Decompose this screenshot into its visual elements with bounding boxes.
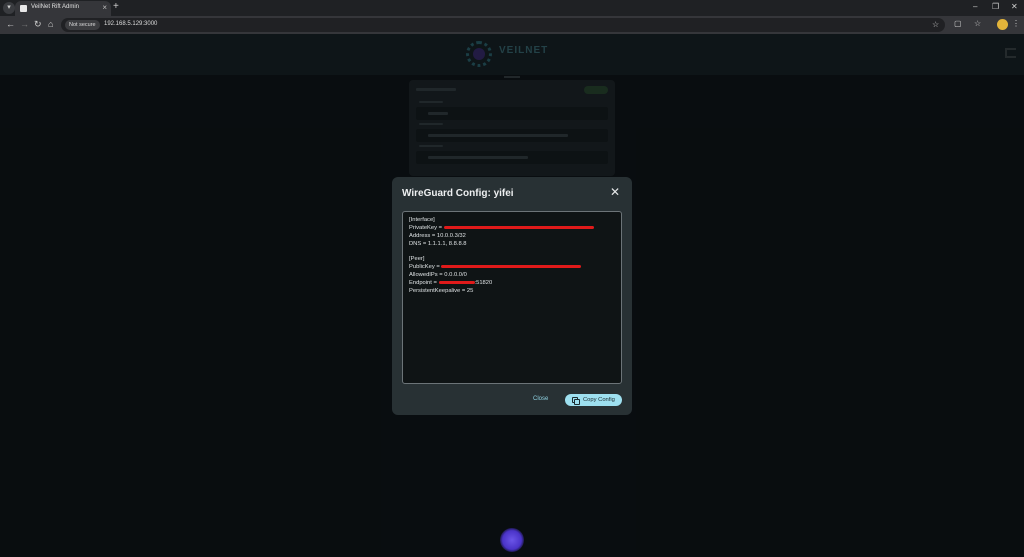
browser-tab-bar: ▾ VeilNet Rift Admin × + – ❐ ✕ [0,0,1024,16]
public-key-redaction [441,265,582,269]
reload-icon[interactable]: ↻ [34,19,42,30]
close-button[interactable]: Close [533,396,548,402]
restore-icon[interactable]: ❐ [992,2,999,11]
address-bar[interactable]: Not secure 192.168.5.129:3000 ☆ [61,18,945,32]
copy-config-button[interactable]: Copy Config [565,394,622,406]
loading-spinner-icon [500,528,524,552]
public-key-label: PublicKey = [409,264,442,271]
config-text-area[interactable]: [Interface] PrivateKey = Address = 10.0.… [402,211,622,384]
tab-title: VeilNet Rift Admin [31,4,80,10]
dialog-close-icon[interactable]: ✕ [608,185,622,199]
minimize-icon[interactable]: – [973,2,977,11]
private-key-redaction [443,225,594,229]
favorites-icon[interactable]: ☆ [974,19,981,28]
copy-icon [572,397,580,405]
config-public-key-line: PublicKey = [409,264,615,272]
window-close-icon[interactable]: ✕ [1011,2,1018,11]
config-private-key-line: PrivateKey = [409,225,615,233]
private-key-label: PrivateKey = [409,224,444,231]
extensions-icon[interactable]: ▢ [954,19,962,28]
browser-menu-icon[interactable]: ⋮ [1012,19,1020,28]
config-keepalive: PersistentKeepalive = 25 [409,288,474,295]
config-peer-header: [Peer] [409,256,425,263]
endpoint-port: :51820 [474,280,493,287]
home-icon[interactable]: ⌂ [48,19,53,29]
dialog-title: WireGuard Config: yifei [402,188,514,199]
tab-close-icon[interactable]: × [102,3,107,12]
endpoint-label: Endpoint = [409,280,439,287]
forward-icon[interactable]: → [20,19,29,29]
bookmark-star-icon[interactable]: ☆ [932,20,939,29]
tab-search-icon[interactable]: ▾ [3,2,15,14]
back-icon[interactable]: ← [6,19,15,29]
copy-config-label: Copy Config [583,397,615,403]
endpoint-redaction [438,281,475,285]
config-endpoint-line: Endpoint = :51820 [409,280,615,288]
browser-tab[interactable]: VeilNet Rift Admin × [15,1,111,16]
config-interface-header: [Interface] [409,217,435,223]
config-blank-line [409,249,615,257]
new-tab-icon[interactable]: + [113,1,119,12]
profile-avatar[interactable] [997,19,1008,30]
not-secure-badge[interactable]: Not secure [65,20,100,30]
browser-toolbar: ← → ↻ ⌂ Not secure 192.168.5.129:3000 ☆ … [0,16,1024,34]
favicon-icon [20,5,27,12]
config-allowed-ips: AllowedIPs = 0.0.0.0/0 [409,272,467,279]
wireguard-config-dialog: WireGuard Config: yifei ✕ [Interface] Pr… [392,177,632,415]
config-dns: DNS = 1.1.1.1, 8.8.8.8 [409,240,467,247]
url-text[interactable]: 192.168.5.129:3000 [104,21,157,27]
config-address: Address = 10.0.0.3/32 [409,232,466,239]
